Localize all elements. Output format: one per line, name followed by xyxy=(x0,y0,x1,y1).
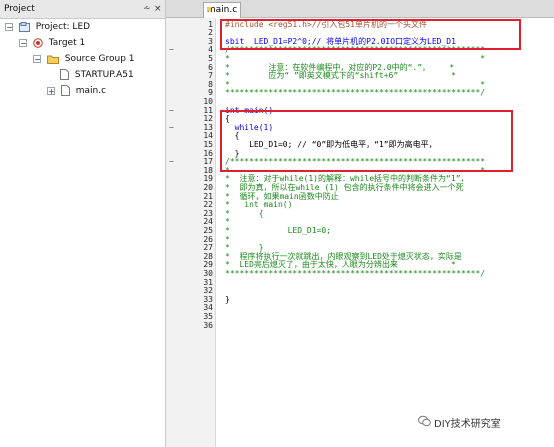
code-line: ****************************************… xyxy=(225,268,486,278)
code-line: * LED_D1=0; xyxy=(225,225,331,235)
collapse-toggle[interactable]: − xyxy=(33,54,41,63)
code-line: LED_D1=0; // “0”即为低电平，“1”即为高电平， xyxy=(225,139,437,149)
line-number-gutter[interactable]: 1 2 3 4−5 6 7 8 9 10 11−12 13−14 15 16 17−18 19 20 21 22 2… xyxy=(166,18,216,447)
tree-item-main-c[interactable]: + main.c xyxy=(47,83,106,99)
collapse-toggle[interactable]: − xyxy=(19,38,27,47)
tree-item-label: Target 1 xyxy=(48,38,86,48)
editor-tabbar: main.c xyxy=(166,0,554,18)
expand-toggle[interactable]: + xyxy=(47,86,55,95)
project-panel-title: Project xyxy=(4,4,35,14)
tree-item-startup[interactable]: STARTUP.A51 xyxy=(60,67,134,83)
code-line: * { xyxy=(225,208,264,218)
tree-item-label: STARTUP.A51 xyxy=(74,70,134,80)
tree-item-label: Source Group 1 xyxy=(64,54,135,64)
editor-area: main.c 1 2 3 4−5 6 7 8 9 10 11−12 13−14 15 16 17−18 19… xyxy=(166,0,554,447)
fold-toggle-icon[interactable]: − xyxy=(169,46,179,55)
tree-item-source-group[interactable]: − Source Group 1 xyxy=(33,51,135,67)
tree-item-label: main.c xyxy=(75,86,107,96)
file-modified-icon xyxy=(207,7,211,11)
tree-item-project[interactable]: − Project: LED xyxy=(5,19,90,35)
fold-toggle-icon[interactable]: − xyxy=(169,106,179,116)
watermark-text: DIY技术研究室 xyxy=(434,419,501,430)
tree-item-label: Project: LED xyxy=(35,22,91,32)
code-line: int main() xyxy=(225,105,274,115)
collapse-toggle[interactable]: − xyxy=(5,22,13,31)
fold-toggle-icon[interactable]: − xyxy=(169,123,179,133)
file-icon xyxy=(60,85,70,96)
code-line: } xyxy=(225,294,230,304)
wechat-icon xyxy=(418,415,431,427)
project-panel-header: Project ⩪ × xyxy=(0,0,165,19)
code-line: #include <reg51.h>//引入包51单片机的一个头文件 xyxy=(225,19,427,29)
project-icon xyxy=(18,21,30,32)
target-icon xyxy=(33,37,43,48)
fold-toggle-icon[interactable]: − xyxy=(169,157,179,167)
code-line: ****************************************… xyxy=(225,88,486,98)
folder-icon xyxy=(46,55,59,64)
pin-icon[interactable]: ⩪ xyxy=(143,0,151,18)
tree-item-target[interactable]: − Target 1 xyxy=(19,35,85,51)
tab-label: main.c xyxy=(206,5,238,15)
close-icon[interactable]: × xyxy=(154,0,162,18)
project-panel: Project ⩪ × − Project: LED − Target 1 − … xyxy=(0,0,166,447)
line-number: 36 xyxy=(203,320,213,330)
file-icon xyxy=(60,69,69,80)
